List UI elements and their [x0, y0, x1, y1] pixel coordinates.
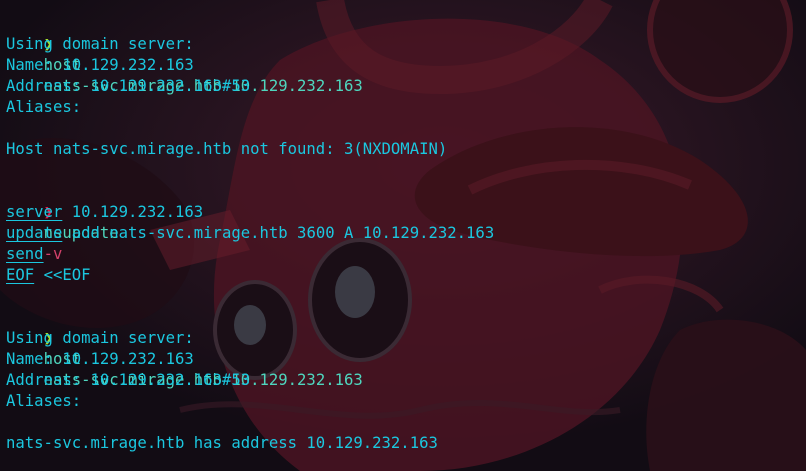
heredoc-line: server 10.129.232.163	[6, 202, 801, 223]
terminal-output[interactable]: ❯ host nats-svc.mirage.htb 10.129.232.16…	[6, 13, 801, 454]
output-line: Name: 10.129.232.163	[6, 350, 194, 368]
command-line: ❯ host nats-svc.mirage.htb 10.129.232.16…	[6, 13, 801, 95]
heredoc-keyword: server	[6, 203, 63, 221]
command-flag: -v	[43, 245, 63, 263]
output-line: Host nats-svc.mirage.htb not found: 3(NX…	[6, 140, 448, 158]
heredoc-line: update add nats-svc.mirage.htb 3600 A 10…	[6, 223, 801, 244]
heredoc-keyword: update	[6, 224, 63, 242]
output-line: Address: 10.129.232.163#53	[6, 371, 251, 389]
heredoc-keyword: EOF	[6, 266, 35, 284]
output-line: Aliases:	[6, 392, 82, 410]
heredoc-args: add nats-svc.mirage.htb 3600 A 10.129.23…	[62, 224, 495, 242]
output-line: nats-svc.mirage.htb has address 10.129.2…	[6, 434, 438, 452]
heredoc-marker: <<EOF	[43, 266, 91, 284]
output-line: Name: 10.129.232.163	[6, 56, 194, 74]
heredoc-line: send	[6, 244, 801, 265]
heredoc-line: EOF	[6, 265, 801, 286]
command-line: ❯ host nats-svc.mirage.htb 10.129.232.16…	[6, 307, 801, 389]
output-line: Address: 10.129.232.163#53	[6, 77, 251, 95]
heredoc-keyword: send	[6, 245, 44, 263]
command-line: ❯ nsupdate -v <<EOF	[6, 181, 801, 284]
output-line: Using domain server:	[6, 329, 194, 347]
output-line: Aliases:	[6, 98, 82, 116]
output-line: Using domain server:	[6, 35, 194, 53]
heredoc-args: 10.129.232.163	[62, 203, 204, 221]
